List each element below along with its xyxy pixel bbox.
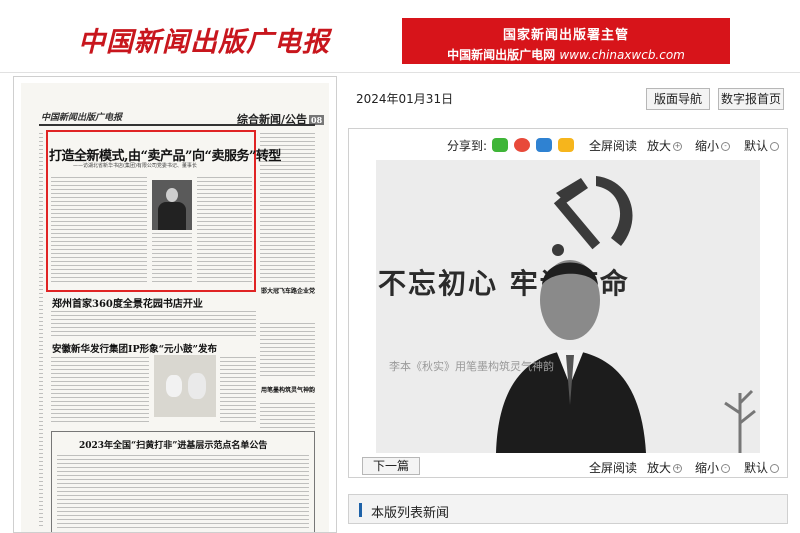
paper-text-column: [39, 133, 43, 528]
qzone-icon[interactable]: [558, 138, 574, 152]
share-label: 分享到:: [447, 139, 488, 153]
fullscreen-link-bottom[interactable]: 全屏阅读: [589, 459, 637, 476]
article-main-photo[interactable]: 不忘初心 牢记使命: [376, 160, 760, 453]
default-radio-icon: [770, 142, 780, 151]
article-photo: [154, 355, 216, 417]
wechat-icon[interactable]: [492, 138, 508, 152]
article-tooltip-text[interactable]: 李本《秋实》用笔墨构筑灵气神韵: [389, 358, 554, 374]
weibo-icon[interactable]: [514, 138, 530, 152]
paper-text-column: [260, 403, 315, 428]
plant-decoration: [724, 389, 756, 453]
paper-rule: [39, 124, 315, 126]
zoom-in-link-bottom[interactable]: 放大 +: [647, 459, 683, 476]
zoom-out-link-bottom[interactable]: 缩小 -: [695, 459, 731, 476]
default-zoom-link-bottom[interactable]: 默认: [744, 459, 780, 476]
banner-line1: 国家新闻出版署主管: [502, 28, 629, 43]
default-zoom-link[interactable]: 默认: [744, 137, 780, 154]
next-article-button[interactable]: 下一篇: [362, 457, 420, 475]
page-nav-button[interactable]: 版面导航: [646, 88, 710, 110]
article-text: [51, 177, 147, 285]
paper-side-headline: 邯大冠飞车路企业党: [261, 288, 316, 295]
paper-headline-4[interactable]: 2023年全国“扫黄打非”进基层示范点名单公告: [79, 438, 267, 451]
highlighted-article-subtitle: ——访湖北省新华书店(集团)有限公司党委书记、董事长: [73, 163, 197, 169]
zoom-out-icon: -: [721, 464, 731, 473]
zoom-out-icon: -: [721, 142, 731, 151]
paper-side-headline: 用笔墨构筑灵气神韵: [261, 387, 316, 394]
fullscreen-link[interactable]: 全屏阅读: [589, 137, 637, 154]
banner-line2: 中国新闻出版广电网 www.chinaxwcb.com: [402, 46, 730, 63]
header-divider: [0, 72, 800, 73]
list-title: 本版列表新闻: [371, 506, 450, 521]
zoom-in-icon: +: [673, 464, 683, 473]
article-photo: [152, 180, 192, 230]
article-text: [152, 233, 192, 285]
paper-headline-3[interactable]: 安徽新华发行集团IP形象“元小鼓”发布: [52, 341, 217, 355]
issue-date: 2024年01月31日: [356, 92, 454, 106]
paper-text-column: [260, 323, 315, 378]
newspaper-page-frame: 中国新闻出版广电报 综合新闻/公告 08 打造全新模式,由“卖产品”向“卖服务”转…: [13, 76, 337, 533]
default-radio-icon: [770, 464, 780, 473]
zoom-in-icon: +: [673, 142, 683, 151]
page-article-list: 本版列表新闻: [348, 494, 788, 524]
paper-masthead: 中国新闻出版广电报: [41, 113, 123, 123]
zoom-in-link[interactable]: 放大 +: [647, 137, 683, 154]
paper-headline-2[interactable]: 郑州首家360度全景花园书店开业: [52, 295, 203, 310]
article-text: [51, 311, 256, 337]
site-logo[interactable]: 中国新闻出版广电报: [78, 20, 330, 59]
article-text: [197, 177, 252, 285]
article-text: [220, 357, 256, 423]
digital-home-button[interactable]: 数字报首页: [718, 88, 784, 110]
newspaper-page[interactable]: 中国新闻出版广电报 综合新闻/公告 08 打造全新模式,由“卖产品”向“卖服务”转…: [21, 83, 329, 532]
qq-icon[interactable]: [536, 138, 552, 152]
announcement-text: [57, 455, 309, 530]
person-figure: [496, 260, 646, 453]
article-text: [51, 357, 149, 423]
banner-site-name: 中国新闻出版广电网: [447, 48, 560, 62]
list-accent-bar: [359, 503, 362, 517]
header-banner[interactable]: 国家新闻出版署主管 中国新闻出版广电网 www.chinaxwcb.com: [402, 18, 730, 64]
banner-url[interactable]: www.chinaxwcb.com: [559, 48, 685, 62]
zoom-out-link[interactable]: 缩小 -: [695, 137, 731, 154]
